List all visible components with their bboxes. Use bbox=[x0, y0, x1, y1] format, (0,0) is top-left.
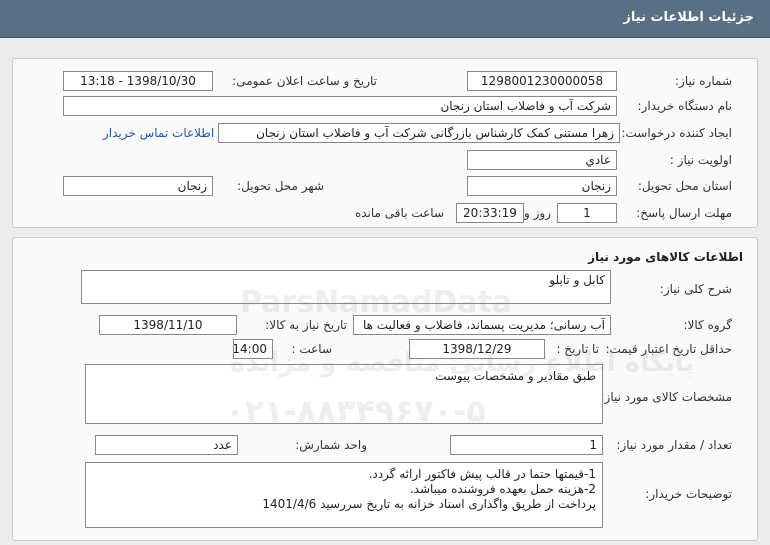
buyer-contact-link[interactable]: اطلاعات تماس خریدار bbox=[103, 126, 214, 140]
group-field: آب رسانی؛ مدیریت پسماند، فاضلاب و فعالیت… bbox=[353, 315, 611, 335]
notes-field: 1-قیمتها حتما در قالب پیش فاکتور ارائه گ… bbox=[85, 462, 603, 528]
until-date-field: 1398/12/29 bbox=[409, 339, 545, 359]
deadline-days-field: 1 bbox=[557, 203, 617, 223]
need-date-field: 1398/11/10 bbox=[99, 315, 237, 335]
unit-field: عدد bbox=[95, 435, 238, 455]
notes-line-2: 2-هزینه حمل بعهده فروشنده میباشد. bbox=[409, 482, 596, 496]
validity-label: حداقل تاریخ اعتبار قیمت: bbox=[605, 342, 732, 356]
goods-section-title: اطلاعات کالاهای مورد نیاز bbox=[588, 250, 743, 264]
goods-info-panel: اطلاعات کالاهای مورد نیاز شرح کلی نیاز: … bbox=[12, 237, 758, 541]
province-field: زنجان bbox=[467, 176, 617, 196]
desc-label: شرح کلی نیاز: bbox=[659, 282, 732, 296]
need-number-field: 1298001230000058 bbox=[467, 71, 617, 91]
priority-field: عادي bbox=[467, 150, 617, 170]
group-label: گروه کالا: bbox=[683, 318, 733, 332]
priority-label: اولویت نیاز : bbox=[669, 153, 732, 167]
deadline-time-field: 20:33:19 bbox=[456, 203, 524, 223]
buyer-field: شرکت آب و فاضلاب استان زنجان bbox=[63, 96, 617, 116]
unit-label: واحد شمارش: bbox=[295, 438, 367, 452]
need-number-label: شماره نیاز: bbox=[675, 74, 732, 88]
city-field: زنجان bbox=[63, 176, 213, 196]
province-label: استان محل تحویل: bbox=[637, 179, 732, 193]
creator-field: زهرا مستنی کمک کارشناس بازرگانی شرکت آب … bbox=[218, 123, 620, 143]
need-info-panel: شماره نیاز: 1298001230000058 تاریخ و ساع… bbox=[12, 58, 758, 228]
deadline-label: مهلت ارسال پاسخ: bbox=[636, 206, 732, 220]
page-title: جزئیات اطلاعات نیاز bbox=[623, 10, 754, 25]
announce-label: تاریخ و ساعت اعلان عمومی: bbox=[232, 74, 377, 88]
count-field: 1 bbox=[450, 435, 603, 455]
notes-label: توضیحات خریدار: bbox=[645, 487, 732, 501]
city-label: شهر محل تحویل: bbox=[237, 179, 324, 193]
page-header: جزئیات اطلاعات نیاز bbox=[0, 0, 770, 38]
specs-field: طبق مقادیر و مشخصات پیوست bbox=[85, 364, 603, 424]
desc-field: کابل و تابلو bbox=[81, 270, 611, 304]
count-label: تعداد / مقدار مورد نیاز: bbox=[616, 438, 732, 452]
notes-line-3: پرداخت از طریق واگذاری اسناد خزانه به تا… bbox=[262, 497, 596, 511]
need-date-label: تاریخ نیاز به کالا: bbox=[265, 318, 347, 332]
remaining-label: ساعت باقی مانده bbox=[354, 206, 444, 220]
time-label: ساعت : bbox=[291, 342, 332, 356]
buyer-label: نام دستگاه خریدار: bbox=[637, 99, 733, 113]
until-date-label: تا تاریخ : bbox=[556, 342, 599, 356]
time-field: 14:00 bbox=[233, 339, 273, 359]
announce-field: 1398/10/30 - 13:18 bbox=[63, 71, 213, 91]
creator-label: ایجاد کننده درخواست: bbox=[621, 126, 732, 140]
notes-line-1: 1-قیمتها حتما در قالب پیش فاکتور ارائه گ… bbox=[368, 467, 596, 481]
days-and-label: روز و bbox=[524, 206, 551, 220]
specs-label: مشخصات کالای مورد نیاز: bbox=[600, 390, 732, 404]
